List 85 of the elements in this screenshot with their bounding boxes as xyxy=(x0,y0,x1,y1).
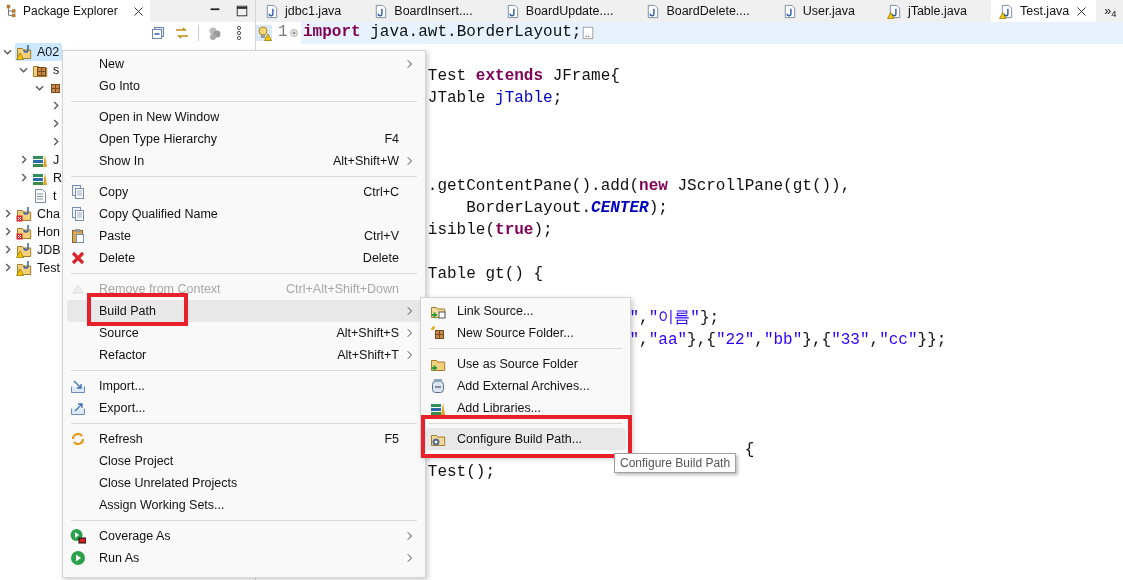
menu-item[interactable]: New Source Folder... xyxy=(425,322,626,344)
tree-item[interactable]: t xyxy=(31,187,60,205)
shortcut-text: Alt+Shift+W xyxy=(333,153,399,169)
menu-item[interactable]: Configure Build Path... xyxy=(425,428,626,450)
copy-icon xyxy=(70,206,86,222)
link-arrows-icon[interactable] xyxy=(174,24,190,41)
tree-item[interactable]: Test xyxy=(15,259,63,277)
shortcut-text: F4 xyxy=(384,131,399,147)
code-line: Test extends JFrame{ xyxy=(427,67,620,87)
shortcut-text: F5 xyxy=(384,431,399,447)
line-number: 1 xyxy=(278,23,288,43)
jar-icon xyxy=(430,378,446,394)
shortcut-text: Ctrl+Alt+Shift+Down xyxy=(286,281,399,297)
menu-item[interactable]: Open in New Window xyxy=(67,106,421,128)
menu-item[interactable]: Paste Ctrl+V xyxy=(67,225,421,247)
coverage-icon xyxy=(70,528,86,544)
shortcut-text: Delete xyxy=(362,250,399,266)
java-file-icon xyxy=(373,3,389,19)
menu-item[interactable]: Show In Alt+Shift+W xyxy=(67,150,421,172)
code-line: isible(true); xyxy=(427,221,553,241)
menu-item[interactable]: Import... xyxy=(67,375,421,397)
tree-item[interactable]: Cha xyxy=(15,205,63,223)
collapse-all-icon[interactable] xyxy=(150,24,166,41)
tooltip: Configure Build Path xyxy=(614,453,737,474)
java-file-icon xyxy=(645,3,661,19)
new-package-icon xyxy=(430,325,446,341)
file-icon xyxy=(32,188,48,204)
menu-item[interactable]: New xyxy=(67,53,421,75)
menu-item[interactable]: Delete Delete xyxy=(67,247,421,269)
copy-icon xyxy=(70,184,86,200)
shortcut-text: Ctrl+C xyxy=(363,184,399,200)
menu-item[interactable]: Go Into xyxy=(67,75,421,97)
java-file-icon xyxy=(886,3,902,19)
code-line: Test(); xyxy=(427,463,496,483)
package-explorer-icon xyxy=(5,4,19,18)
editor-tab[interactable]: Test.java xyxy=(990,0,1097,22)
java-file-icon xyxy=(264,3,279,19)
tree-item[interactable]: J xyxy=(31,151,63,169)
code-line: import java.awt.BorderLayout; xyxy=(303,23,582,43)
menu-item[interactable]: Use as Source Folder xyxy=(425,353,626,375)
menu-item[interactable]: Refresh F5 xyxy=(67,428,421,450)
clipboard-icon xyxy=(70,228,86,244)
code-line: ","aa"},{"22","bb"},{"33","cc"}}; xyxy=(629,331,947,351)
menu-item[interactable]: Run As xyxy=(67,547,421,569)
refresh-icon xyxy=(70,431,86,447)
code-line: Table gt() { xyxy=(427,265,544,285)
menu-item[interactable]: Export... xyxy=(67,397,421,419)
delete-icon xyxy=(70,250,86,266)
code-line: ","이름"}; xyxy=(629,309,720,329)
menu-item[interactable]: Open Type Hierarchy F4 xyxy=(67,128,421,150)
menu-item[interactable]: Add External Archives... xyxy=(425,375,626,397)
code-line: BorderLayout.CENTER); xyxy=(466,199,668,219)
more-tabs-button[interactable]: »$_{4}$ xyxy=(1104,3,1117,19)
menu-item[interactable]: Close Unrelated Projects xyxy=(67,472,421,494)
menu-item[interactable]: Coverage As xyxy=(67,525,421,547)
menu-item[interactable]: Copy Ctrl+C xyxy=(67,181,421,203)
shortcut-text: Alt+Shift+T xyxy=(337,347,399,363)
close-icon[interactable] xyxy=(1075,4,1089,18)
tree-item[interactable]: s xyxy=(31,61,63,79)
menu-item[interactable]: Link Source... xyxy=(425,300,626,322)
folded-code-icon[interactable] xyxy=(581,25,596,41)
code-line: .getContentPane().add(new JScrollPane(gt()), xyxy=(427,177,851,197)
menu-item[interactable]: Build Path xyxy=(67,300,421,322)
view-tab[interactable]: Package Explorer xyxy=(0,0,150,22)
code-line: JTable jTable; xyxy=(427,89,563,109)
menu-item[interactable]: Assign Working Sets... xyxy=(67,494,421,516)
menu-item[interactable]: Add Libraries... xyxy=(425,397,626,419)
tree-item[interactable]: Hon xyxy=(15,223,63,241)
close-icon[interactable] xyxy=(132,4,145,18)
shortcut-text: Alt+Shift+S xyxy=(336,325,399,341)
menu-item[interactable]: Copy Qualified Name xyxy=(67,203,421,225)
menu-item[interactable]: Source Alt+Shift+S xyxy=(67,322,421,344)
java-file-icon xyxy=(998,3,1014,19)
tree-item[interactable]: R xyxy=(31,169,66,187)
tree-item[interactable]: A02 xyxy=(15,43,63,61)
import-icon xyxy=(70,378,86,394)
menu-item[interactable]: Close Project xyxy=(67,450,421,472)
export-icon xyxy=(70,400,86,416)
shortcut-text: Ctrl+V xyxy=(363,228,399,244)
run-icon xyxy=(70,550,86,566)
tree-item[interactable]: JDB xyxy=(15,241,64,259)
fold-icon[interactable] xyxy=(287,27,300,39)
menu-item[interactable]: Refactor Alt+Shift+T xyxy=(67,344,421,366)
maximize-icon[interactable] xyxy=(234,4,249,18)
code-line: { xyxy=(744,441,755,461)
